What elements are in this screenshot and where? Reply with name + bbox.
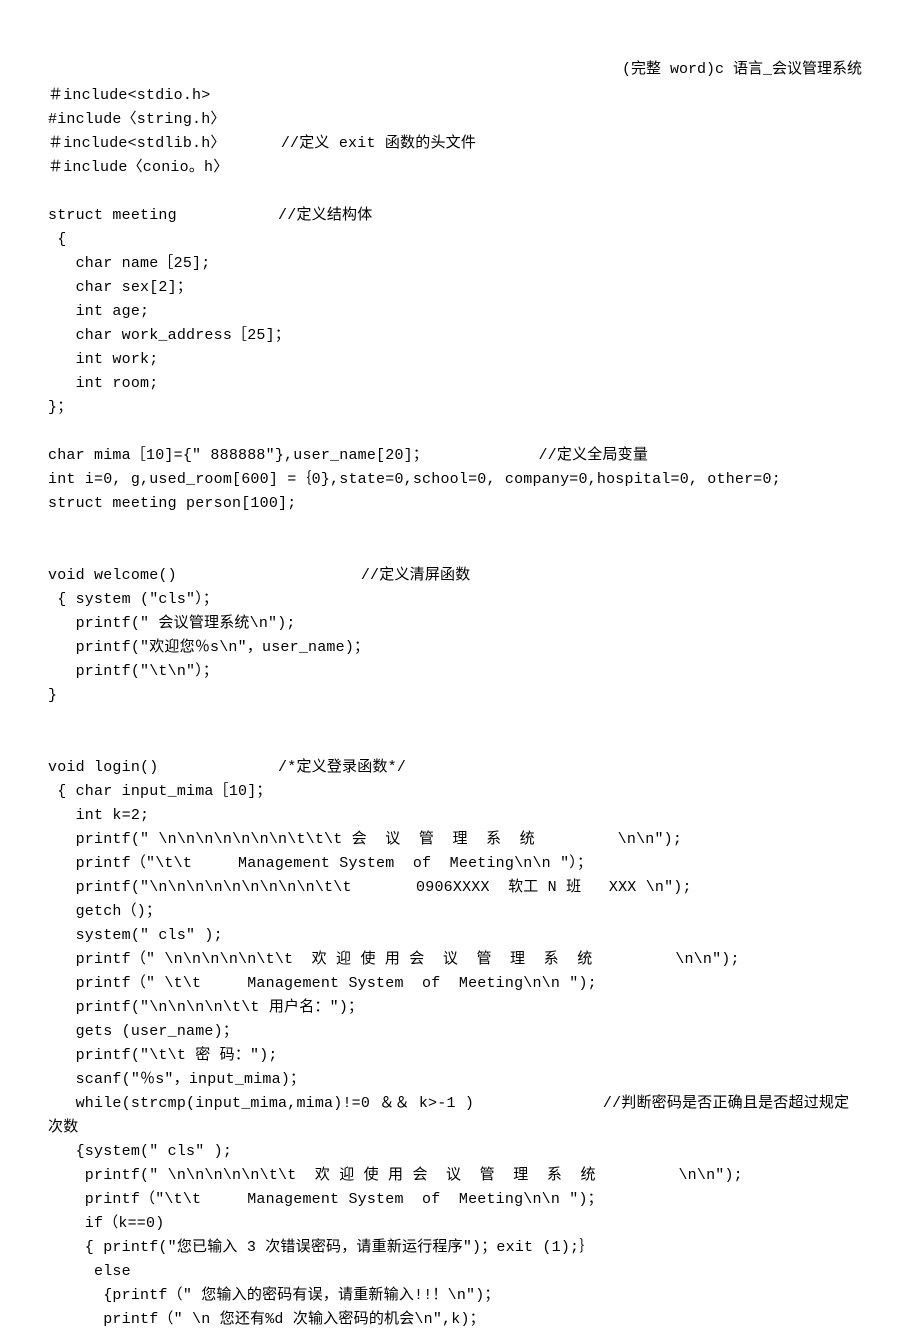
- code-line: system(" cls" );: [48, 924, 872, 948]
- code-line: char mima［10]={" 888888"},user_name[20]；…: [48, 444, 872, 468]
- code-line: { char input_mima［10]；: [48, 780, 872, 804]
- code-line: int age;: [48, 300, 872, 324]
- code-line: printf("欢迎您％s\n"，user_name)；: [48, 636, 872, 660]
- code-line: char sex[2]；: [48, 276, 872, 300]
- code-line: [48, 516, 872, 540]
- code-line: printf(" 会议管理系统\n");: [48, 612, 872, 636]
- code-line: 次数: [48, 1116, 872, 1140]
- code-line: [48, 708, 872, 732]
- code-line: printf("\t\t 密 码：");: [48, 1044, 872, 1068]
- code-line: char name［25];: [48, 252, 872, 276]
- code-line: int room;: [48, 372, 872, 396]
- page-header: (完整 word)c 语言_会议管理系统: [622, 58, 862, 82]
- code-line: else: [48, 1260, 872, 1284]
- code-line: { printf("您已输入 3 次错误密码，请重新运行程序")；exit (1…: [48, 1236, 872, 1260]
- code-line: char work_address［25]；: [48, 324, 872, 348]
- code-line: printf(" \n\n\n\n\n\n\n\t\t\t 会 议 管 理 系 …: [48, 828, 872, 852]
- code-line: void welcome() //定义清屏函数: [48, 564, 872, 588]
- code-content: ＃include<stdio.h>#include〈string.h〉＃incl…: [48, 84, 872, 1332]
- code-line: { system ("cls"）；: [48, 588, 872, 612]
- code-line: [48, 180, 872, 204]
- code-line: printf（" \n 您还有%d 次输入密码的机会\n",k)；: [48, 1308, 872, 1332]
- code-line: {printf（" 您输入的密码有误，请重新输入!!！\n")；: [48, 1284, 872, 1308]
- code-line: [48, 540, 872, 564]
- code-line: [48, 732, 872, 756]
- code-line: #include〈string.h〉: [48, 108, 872, 132]
- code-line: printf("\n\n\n\n\t\t 用户名：")；: [48, 996, 872, 1020]
- code-line: printf（"\t\t Management System of Meetin…: [48, 852, 872, 876]
- code-line: getch（)；: [48, 900, 872, 924]
- code-line: ＃include〈conio。h〉: [48, 156, 872, 180]
- code-line: }: [48, 684, 872, 708]
- code-line: printf("\t\n"）；: [48, 660, 872, 684]
- code-line: struct meeting person[100];: [48, 492, 872, 516]
- code-line: {system(" cls" );: [48, 1140, 872, 1164]
- code-line: ＃include<stdlib.h〉 //定义 exit 函数的头文件: [48, 132, 872, 156]
- code-line: while(strcmp(input_mima,mima)!=0 ＆＆ k>-1…: [48, 1092, 872, 1116]
- code-line: gets (user_name)；: [48, 1020, 872, 1044]
- code-line: }；: [48, 396, 872, 420]
- code-line: [48, 420, 872, 444]
- code-line: printf（"\t\t Management System of Meetin…: [48, 1188, 872, 1212]
- code-line: int work;: [48, 348, 872, 372]
- code-line: printf（" \t\t Management System of Meeti…: [48, 972, 872, 996]
- code-line: scanf("％s"，input_mima)；: [48, 1068, 872, 1092]
- code-line: if（k==0): [48, 1212, 872, 1236]
- code-line: int k=2;: [48, 804, 872, 828]
- code-line: int i=0, g,used_room[600] =｛0},state=0,s…: [48, 468, 872, 492]
- code-line: struct meeting //定义结构体: [48, 204, 872, 228]
- code-line: ＃include<stdio.h>: [48, 84, 872, 108]
- code-line: void login() /*定义登录函数*/: [48, 756, 872, 780]
- code-line: printf（" \n\n\n\n\n\t\t 欢 迎 使 用 会 议 管 理 …: [48, 948, 872, 972]
- code-line: printf("\n\n\n\n\n\n\n\n\n\t\t 0906XXXX …: [48, 876, 872, 900]
- code-line: printf(" \n\n\n\n\n\t\t 欢 迎 使 用 会 议 管 理 …: [48, 1164, 872, 1188]
- code-line: {: [48, 228, 872, 252]
